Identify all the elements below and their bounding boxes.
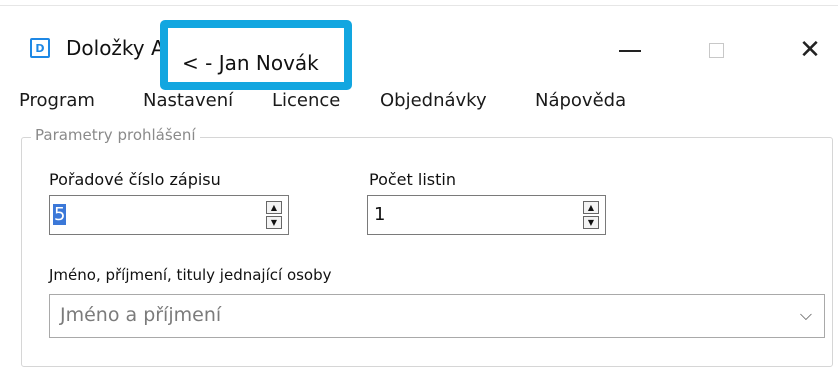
menu-item-program[interactable]: Program — [19, 90, 95, 111]
page-count-label: Počet listin — [369, 170, 456, 189]
menu-item-objednavky[interactable]: Objednávky — [380, 90, 487, 111]
menu-bar: Program Nastavení Licence Objednávky Náp… — [0, 86, 838, 116]
menu-item-napoveda[interactable]: Nápověda — [535, 90, 626, 111]
maximize-button[interactable] — [692, 30, 740, 70]
minimize-icon — [619, 50, 641, 52]
person-placeholder: Jméno a příjmení — [60, 304, 222, 326]
menu-item-nastaveni[interactable]: Nastavení — [143, 90, 233, 111]
chevron-down-icon[interactable]: ⌵ — [800, 305, 812, 325]
parameters-group-legend: Parametry prohlášení — [31, 126, 200, 144]
spin-up-icon[interactable]: ▲ — [266, 201, 282, 214]
person-label: Jméno, příjmení, tituly jednající osoby — [49, 266, 332, 284]
title-bar: D Doložky A < - Jan Novák ✕ — [0, 8, 838, 90]
order-number-spin-buttons: ▲ ▼ — [266, 201, 282, 229]
minimize-button[interactable] — [606, 30, 654, 70]
maximize-icon — [708, 42, 724, 58]
person-combobox[interactable]: Jméno a příjmení ⌵ — [49, 294, 825, 338]
order-number-spinner[interactable]: 5 ▲ ▼ — [49, 195, 289, 235]
app-icon: D — [30, 38, 50, 58]
order-number-label: Pořadové číslo zápisu — [49, 170, 221, 189]
window-top-edge — [0, 0, 838, 6]
close-icon: ✕ — [799, 35, 821, 65]
menu-item-licence[interactable]: Licence — [272, 90, 340, 111]
window-title-highlighted: < - Jan Novák — [182, 51, 319, 75]
page-count-spin-buttons: ▲ ▼ — [583, 201, 599, 229]
window-title: Doložky A — [66, 36, 165, 60]
spin-up-icon[interactable]: ▲ — [583, 201, 599, 214]
page-count-spinner[interactable]: 1 ▲ ▼ — [367, 195, 606, 235]
page-count-value[interactable]: 1 — [374, 204, 385, 225]
close-button[interactable]: ✕ — [786, 30, 834, 70]
title-highlight-box: < - Jan Novák — [160, 20, 352, 90]
spin-down-icon[interactable]: ▼ — [266, 216, 282, 229]
spin-down-icon[interactable]: ▼ — [583, 216, 599, 229]
order-number-value[interactable]: 5 — [53, 204, 67, 225]
